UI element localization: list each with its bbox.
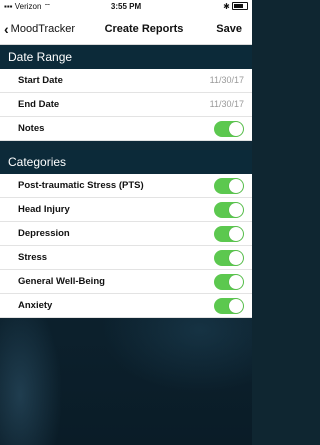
category-label: Head Injury xyxy=(18,204,70,215)
category-toggle-depression[interactable] xyxy=(214,226,244,242)
category-row: Depression xyxy=(0,222,252,246)
category-row: Stress xyxy=(0,246,252,270)
start-date-label: Start Date xyxy=(18,75,63,86)
category-label: Stress xyxy=(18,252,48,263)
section-header-date-range: Date Range xyxy=(0,45,252,69)
category-toggle-general-well-being[interactable] xyxy=(214,274,244,290)
bluetooth-icon: ✱ xyxy=(223,2,230,11)
start-date-value: 11/30/17 xyxy=(209,75,244,85)
category-row: Post-traumatic Stress (PTS) xyxy=(0,174,252,198)
category-row: General Well-Being xyxy=(0,270,252,294)
section-header-categories: Categories xyxy=(0,150,252,174)
notes-toggle[interactable] xyxy=(214,121,244,137)
category-row: Anxiety xyxy=(0,294,252,318)
category-toggle-head-injury[interactable] xyxy=(214,202,244,218)
category-label: Anxiety xyxy=(18,300,53,311)
category-label: Depression xyxy=(18,228,70,239)
navigation-bar: ‹ MoodTracker Create Reports Save xyxy=(0,14,252,45)
notes-row: Notes xyxy=(0,117,252,141)
save-button[interactable]: Save xyxy=(216,23,242,35)
category-toggle-anxiety[interactable] xyxy=(214,298,244,314)
status-right: ✱ xyxy=(223,2,248,11)
end-date-value: 11/30/17 xyxy=(209,99,244,109)
status-bar: ▪▪▪ Verizon ⌔ 3:55 PM ✱ xyxy=(0,0,252,14)
end-date-label: End Date xyxy=(18,99,60,110)
end-date-row[interactable]: End Date 11/30/17 xyxy=(0,93,252,117)
page-title-wrap: Create Reports xyxy=(0,23,252,35)
category-row: Head Injury xyxy=(0,198,252,222)
start-date-row[interactable]: Start Date 11/30/17 xyxy=(0,69,252,93)
category-label: General Well-Being xyxy=(18,276,105,287)
category-toggle-pts[interactable] xyxy=(214,178,244,194)
status-time: 3:55 PM xyxy=(110,2,142,11)
category-toggle-stress[interactable] xyxy=(214,250,244,266)
notes-label: Notes xyxy=(18,123,45,134)
battery-icon xyxy=(232,2,248,10)
page-title: Create Reports xyxy=(104,23,184,35)
category-label: Post-traumatic Stress (PTS) xyxy=(18,180,144,191)
